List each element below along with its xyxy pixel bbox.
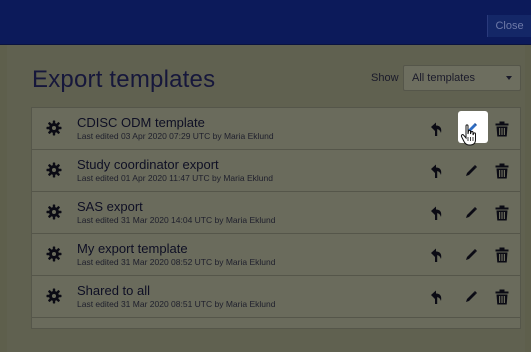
close-button[interactable]: Close	[487, 15, 531, 37]
template-name: SAS export	[77, 199, 143, 214]
template-list: CDISC ODM template Last edited 03 Apr 20…	[31, 107, 521, 329]
template-row: CDISC ODM template Last edited 03 Apr 20…	[32, 108, 520, 150]
gear-icon[interactable]	[46, 288, 62, 304]
trash-icon[interactable]	[494, 247, 510, 263]
show-filter-value: All templates	[412, 72, 475, 84]
pencil-icon[interactable]	[463, 247, 479, 263]
undo-icon[interactable]	[428, 247, 444, 263]
trash-icon[interactable]	[494, 205, 510, 221]
template-row: SAS export Last edited 31 Mar 2020 14:04…	[32, 192, 520, 234]
template-meta: Last edited 31 Mar 2020 14:04 UTC by Mar…	[77, 215, 276, 225]
undo-icon[interactable]	[428, 121, 444, 137]
gear-icon[interactable]	[46, 162, 62, 178]
template-meta: Last edited 31 Mar 2020 08:52 UTC by Mar…	[77, 257, 276, 267]
export-templates-dialog: Export templates Show All templates CDIS…	[7, 45, 525, 352]
template-meta: Last edited 01 Apr 2020 11:47 UTC by Mar…	[77, 173, 273, 183]
gear-icon[interactable]	[46, 246, 62, 262]
template-name: Study coordinator export	[77, 157, 219, 172]
trash-icon[interactable]	[494, 121, 510, 137]
hand-pointer-icon	[460, 124, 476, 146]
show-filter-select[interactable]: All templates	[403, 65, 521, 91]
top-bar: Close	[0, 0, 531, 45]
undo-icon[interactable]	[428, 163, 444, 179]
pencil-icon[interactable]	[463, 289, 479, 305]
template-row: My export template Last edited 31 Mar 20…	[32, 234, 520, 276]
gear-icon[interactable]	[46, 120, 62, 136]
undo-icon[interactable]	[428, 289, 444, 305]
template-row: Shared to all Last edited 31 Mar 2020 08…	[32, 276, 520, 318]
template-meta: Last edited 31 Mar 2020 08:51 UTC by Mar…	[77, 299, 276, 309]
show-filter-label: Show	[371, 72, 399, 84]
pencil-icon[interactable]	[463, 205, 479, 221]
chevron-down-icon	[506, 76, 512, 80]
page-title: Export templates	[32, 66, 216, 93]
pencil-icon[interactable]	[463, 163, 479, 179]
template-meta: Last edited 03 Apr 2020 07:29 UTC by Mar…	[77, 131, 274, 141]
template-row: Study coordinator export Last edited 01 …	[32, 150, 520, 192]
undo-icon[interactable]	[428, 205, 444, 221]
template-name: My export template	[77, 241, 188, 256]
template-name: Shared to all	[77, 283, 150, 298]
trash-icon[interactable]	[494, 163, 510, 179]
template-name: CDISC ODM template	[77, 115, 205, 130]
gear-icon[interactable]	[46, 204, 62, 220]
trash-icon[interactable]	[494, 289, 510, 305]
